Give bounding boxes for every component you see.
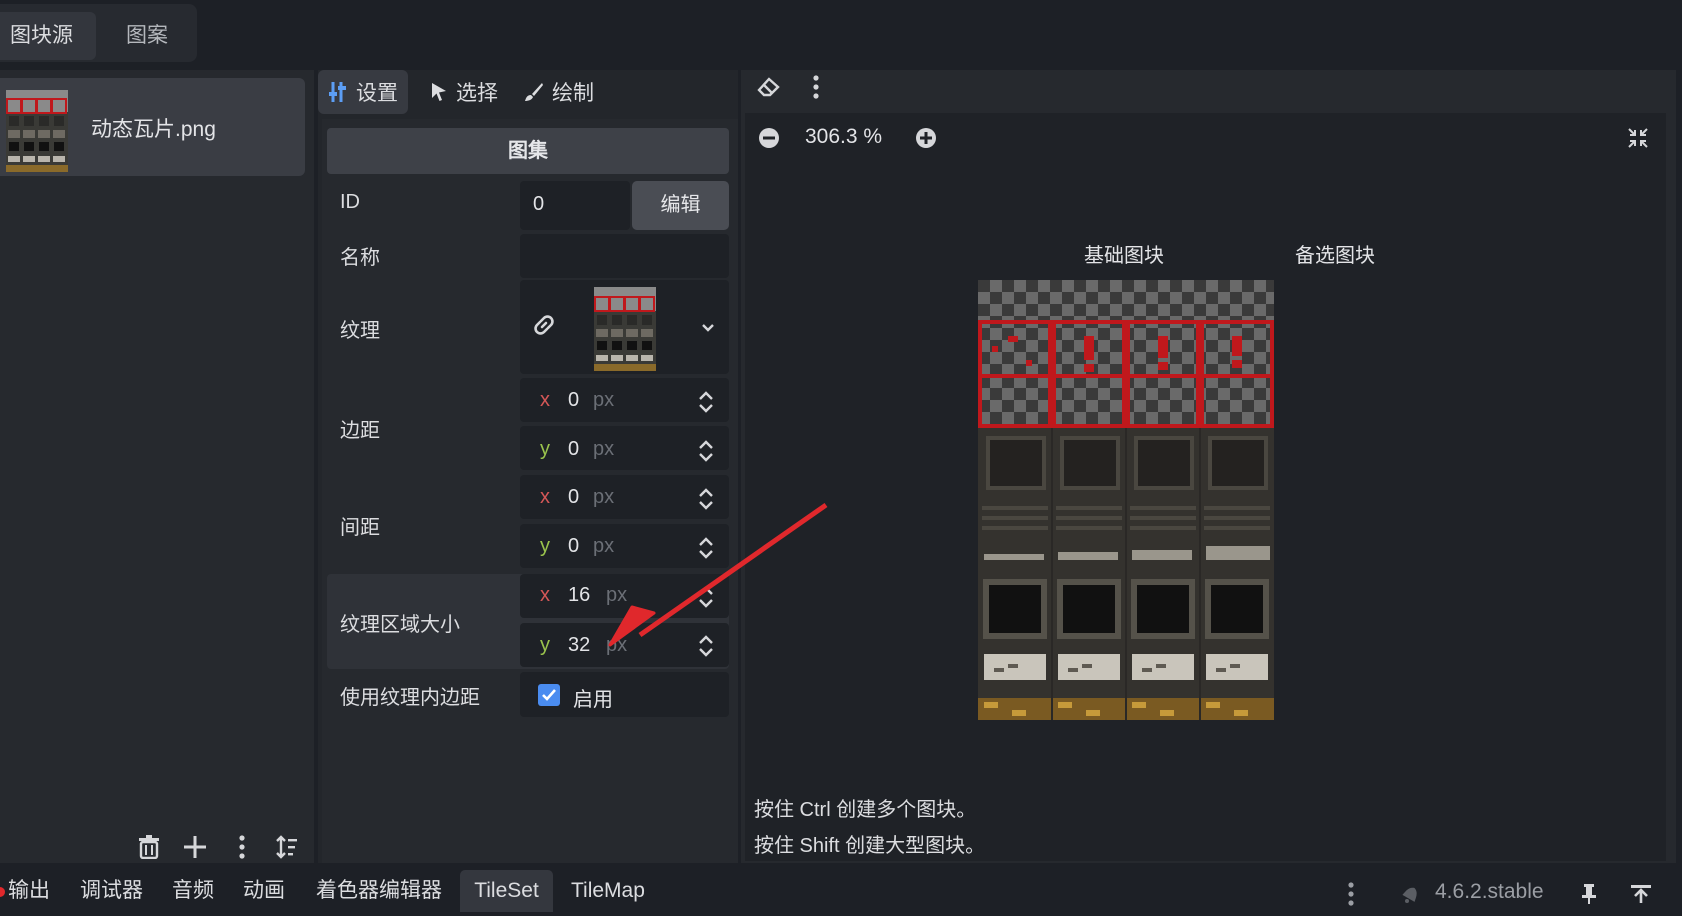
margin-y-spinner-icon[interactable] [697, 437, 715, 465]
id-value: 0 [533, 193, 545, 215]
tab-tile-sources[interactable]: 图块源 [0, 12, 96, 60]
tab-patterns[interactable]: 图案 [126, 12, 186, 60]
source-options-button[interactable] [224, 829, 260, 865]
sort-icon [275, 835, 299, 859]
margin-x-spinner-icon[interactable] [697, 388, 715, 416]
margins-label: 边距 [340, 420, 380, 442]
engine-version: 4.6.2.stable [1435, 880, 1544, 903]
hint-shift: 按住 Shift 创建大型图块。 [754, 835, 986, 857]
margin-x-axis: x [540, 389, 550, 411]
base-tiles-header: 基础图块 [1084, 245, 1164, 267]
region-size-y-value: 32 [568, 634, 591, 656]
name-label: 名称 [340, 247, 380, 269]
tab-debugger[interactable]: 调试器 [80, 870, 143, 912]
tile-sources-panel [0, 70, 314, 863]
tab-setup-label: 设置 [356, 82, 398, 105]
tab-tilemap[interactable]: TileMap [571, 870, 645, 912]
atlas-options-kebab-icon[interactable] [813, 75, 819, 99]
sort-sources-button[interactable] [269, 829, 305, 865]
zoom-in-icon[interactable] [915, 127, 937, 149]
region-size-x-value: 16 [568, 584, 591, 606]
pin-panel-icon[interactable] [1580, 883, 1598, 905]
eraser-icon[interactable] [756, 76, 782, 98]
trash-icon [138, 835, 160, 859]
zoom-level[interactable]: 306.3 % [805, 125, 882, 149]
zoom-out-icon[interactable] [758, 127, 780, 149]
tab-output[interactable]: 输出 [8, 870, 50, 912]
annotation-arrow [600, 495, 840, 655]
tab-setup[interactable]: 设置 [318, 70, 408, 114]
link-icon[interactable] [532, 313, 556, 337]
atlas-section-header[interactable]: 图集 [327, 128, 729, 174]
name-field[interactable] [520, 234, 729, 278]
margin-y-value: 0 [568, 438, 580, 460]
tab-animation[interactable]: 动画 [243, 870, 285, 912]
brush-icon [524, 82, 544, 102]
add-source-button[interactable] [177, 829, 213, 865]
atlas-source-name: 动态瓦片.png [91, 118, 216, 141]
margin-y-axis: y [540, 438, 550, 460]
atlas-thumbnail [6, 90, 68, 172]
tab-tileset[interactable]: TileSet [460, 870, 553, 912]
region-size-label: 纹理区域大小 [340, 614, 460, 636]
tab-paint-label: 绘制 [552, 82, 594, 105]
separation-y-axis: y [540, 535, 550, 557]
tab-shader-editor[interactable]: 着色器编辑器 [316, 870, 442, 912]
separation-label: 间距 [340, 517, 380, 539]
tab-select-label: 选择 [456, 82, 498, 105]
plus-icon [184, 836, 206, 858]
texture-padding-value: 启用 [573, 689, 613, 711]
separation-x-axis: x [540, 486, 550, 508]
tab-paint[interactable]: 绘制 [514, 70, 604, 114]
expand-panel-icon[interactable] [1630, 884, 1652, 904]
texture-padding-checkbox[interactable] [538, 684, 560, 706]
tools-icon [328, 81, 348, 103]
separation-y-value: 0 [568, 535, 580, 557]
margin-x-value: 0 [568, 389, 580, 411]
texture-label: 纹理 [340, 320, 380, 342]
kebab-icon [239, 835, 245, 859]
center-view-icon[interactable] [1627, 127, 1649, 149]
hint-ctrl: 按住 Ctrl 创建多个图块。 [754, 799, 977, 821]
tab-select[interactable]: 选择 [420, 70, 508, 114]
region-size-y-axis: y [540, 634, 550, 656]
cursor-icon [430, 82, 448, 102]
source-tabs-bar: 图块源 图案 [0, 4, 197, 62]
chevron-down-icon[interactable] [701, 323, 715, 333]
id-label: ID [340, 191, 360, 213]
margin-y-unit: px [593, 438, 615, 460]
atlas-texture[interactable] [978, 280, 1274, 720]
separation-x-value: 0 [568, 486, 580, 508]
texture-thumbnail [594, 287, 656, 371]
tab-audio[interactable]: 音频 [172, 870, 214, 912]
delete-source-button[interactable] [131, 829, 167, 865]
bottom-kebab-icon[interactable] [1348, 882, 1354, 906]
texture-padding-label: 使用纹理内边距 [340, 687, 480, 709]
alternative-tiles-header: 备选图块 [1295, 245, 1375, 267]
region-size-x-axis: x [540, 584, 550, 606]
margin-x-unit: px [593, 389, 615, 411]
edit-id-button[interactable]: 编辑 [632, 181, 729, 230]
notification-bell-icon[interactable] [1400, 883, 1422, 905]
